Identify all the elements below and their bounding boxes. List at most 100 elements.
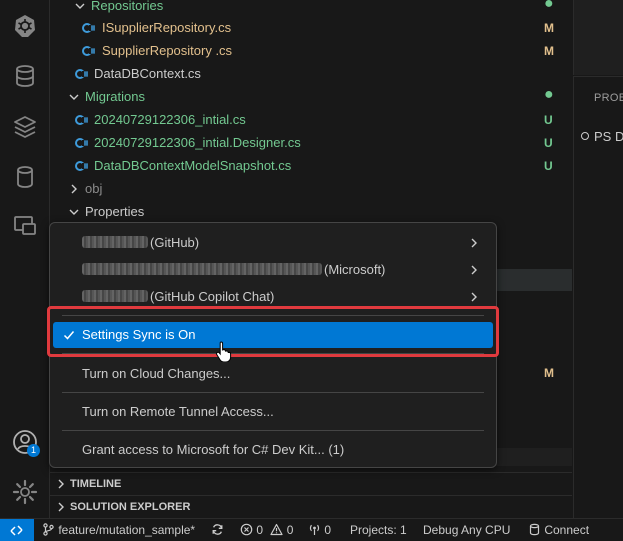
accounts-icon[interactable]: 1 xyxy=(11,428,40,457)
git-branch-icon xyxy=(43,523,54,536)
database-icon[interactable] xyxy=(11,62,39,90)
menu-item-settings-sync[interactable]: Settings Sync is On xyxy=(53,322,493,348)
csharp-file-icon xyxy=(75,69,88,79)
menu-item-microsoft-account[interactable]: (Microsoft) xyxy=(53,257,493,283)
redacted-username xyxy=(82,263,322,275)
menu-item-label: (GitHub Copilot Chat) xyxy=(150,289,275,304)
activity-bar: 1 xyxy=(0,0,50,518)
menu-separator xyxy=(62,315,484,316)
ports-count: 0 xyxy=(324,523,332,537)
manage-gear-icon[interactable] xyxy=(11,478,39,506)
csharp-file-icon xyxy=(75,138,88,148)
chevron-down-icon xyxy=(69,209,79,215)
status-dot: ● xyxy=(544,0,554,12)
chevron-right-icon xyxy=(58,479,64,489)
csharp-file-icon xyxy=(82,46,95,56)
tree-file-migration-designer[interactable]: 20240729122306_intial.Designer.cs U xyxy=(50,132,572,154)
menu-item-github-account[interactable]: (GitHub) xyxy=(53,230,493,256)
menu-separator xyxy=(62,430,484,431)
layers-icon[interactable] xyxy=(11,113,39,141)
ports-indicator[interactable]: 0 xyxy=(308,519,331,541)
git-status: U xyxy=(544,136,553,150)
tree-folder-repositories[interactable]: Repositories ● xyxy=(50,0,572,17)
chevron-right-icon xyxy=(71,184,77,194)
selected-tree-row[interactable] xyxy=(496,269,572,291)
chevron-down-icon xyxy=(69,94,79,100)
terminal-prompt: PS D xyxy=(581,129,623,144)
accounts-menu: (GitHub) (Microsoft) (GitHub Copilot Cha… xyxy=(49,222,497,468)
menu-separator xyxy=(62,392,484,393)
chevron-right-icon xyxy=(58,502,64,512)
chevron-right-icon xyxy=(471,238,477,248)
tree-label: Properties xyxy=(85,204,145,219)
csharp-file-icon xyxy=(75,115,88,125)
connect-label: Connect xyxy=(544,523,590,537)
check-icon xyxy=(63,331,75,340)
git-status: M xyxy=(544,21,554,35)
csharp-file-icon xyxy=(82,23,95,33)
git-status: U xyxy=(544,159,553,173)
tree-label: DataDBContextModelSnapshot.cs xyxy=(94,158,292,173)
tree-folder-migrations[interactable]: Migrations ● xyxy=(50,86,572,108)
git-status: M xyxy=(544,44,554,58)
tree-label: Repositories xyxy=(91,0,164,13)
git-status: M xyxy=(544,366,554,380)
menu-item-label: Turn on Cloud Changes... xyxy=(82,366,231,381)
section-timeline[interactable]: TIMELINE xyxy=(50,472,572,495)
tree-label: SupplierRepository .cs xyxy=(102,43,233,58)
status-bar: feature/mutation_sample* 0 0 0 Projects:… xyxy=(0,518,623,541)
branch-name: feature/mutation_sample* xyxy=(58,523,196,537)
status-dot: ● xyxy=(544,86,554,103)
tree-file-isupplierrepository[interactable]: ISupplierRepository.cs M xyxy=(50,17,572,39)
menu-item-label: Turn on Remote Tunnel Access... xyxy=(82,404,274,419)
problems-indicator[interactable]: 0 0 xyxy=(240,519,293,541)
remote-indicator[interactable] xyxy=(0,519,34,541)
menu-item-copilot-account[interactable]: (GitHub Copilot Chat) xyxy=(53,284,493,310)
menu-item-label: (Microsoft) xyxy=(324,262,386,277)
git-status: U xyxy=(544,113,553,127)
tree-folder-properties[interactable]: Properties xyxy=(50,201,572,223)
chevron-down-icon xyxy=(75,3,85,9)
account-badge: 1 xyxy=(27,444,40,457)
error-count: 0 xyxy=(256,523,264,537)
hand-cursor-icon xyxy=(216,341,232,362)
csharp-file-icon xyxy=(75,161,88,171)
connect-button[interactable]: Connect xyxy=(528,519,589,541)
redacted-username xyxy=(82,290,148,302)
branch-indicator[interactable]: feature/mutation_sample* xyxy=(42,519,195,541)
menu-item-remote-tunnel[interactable]: Turn on Remote Tunnel Access... xyxy=(53,399,493,425)
tree-label: 20240729122306_intial.Designer.cs xyxy=(94,135,301,150)
sync-button[interactable] xyxy=(211,519,224,541)
menu-item-grant-access[interactable]: Grant access to Microsoft for C# Dev Kit… xyxy=(53,437,493,463)
menu-separator xyxy=(62,353,484,354)
menu-item-label: Settings Sync is On xyxy=(82,327,196,342)
tree-folder-obj[interactable]: obj xyxy=(50,178,572,200)
warning-icon xyxy=(270,523,283,536)
chevron-right-icon xyxy=(471,292,477,302)
tree-label: DataDBContext.cs xyxy=(94,66,201,81)
editor-area xyxy=(573,0,623,75)
section-label: TIMELINE xyxy=(70,478,122,490)
broadcast-icon xyxy=(309,524,320,535)
tree-file-supplierrepository[interactable]: SupplierRepository .cs M xyxy=(50,40,572,62)
section-solution-explorer[interactable]: SOLUTION EXPLORER xyxy=(50,495,572,518)
tree-label: Migrations xyxy=(85,89,145,104)
database-connect-icon xyxy=(529,523,540,536)
projects-indicator[interactable]: Projects: 1 xyxy=(350,519,407,541)
terminal-panel: PROB PS D xyxy=(573,76,623,519)
tab-problems[interactable]: PROB xyxy=(594,92,623,104)
debug-configuration[interactable]: Debug Any CPU xyxy=(423,519,510,541)
sql-database-icon[interactable] xyxy=(11,163,39,191)
section-label: SOLUTION EXPLORER xyxy=(70,501,191,513)
remote-icon xyxy=(10,525,23,536)
tree-file-migration-initial[interactable]: 20240729122306_intial.cs U xyxy=(50,109,572,131)
kubernetes-icon[interactable] xyxy=(11,12,39,40)
tree-label: ISupplierRepository.cs xyxy=(102,20,232,35)
tree-file-datadbcontext[interactable]: DataDBContext.cs xyxy=(50,63,572,85)
remote-explorer-icon[interactable] xyxy=(11,212,39,240)
tree-label: 20240729122306_intial.cs xyxy=(94,112,246,127)
menu-item-cloud-changes[interactable]: Turn on Cloud Changes... xyxy=(53,361,493,387)
terminal-dot-icon xyxy=(581,132,589,140)
sync-icon xyxy=(212,524,223,535)
tree-file-model-snapshot[interactable]: DataDBContextModelSnapshot.cs U xyxy=(50,155,572,177)
